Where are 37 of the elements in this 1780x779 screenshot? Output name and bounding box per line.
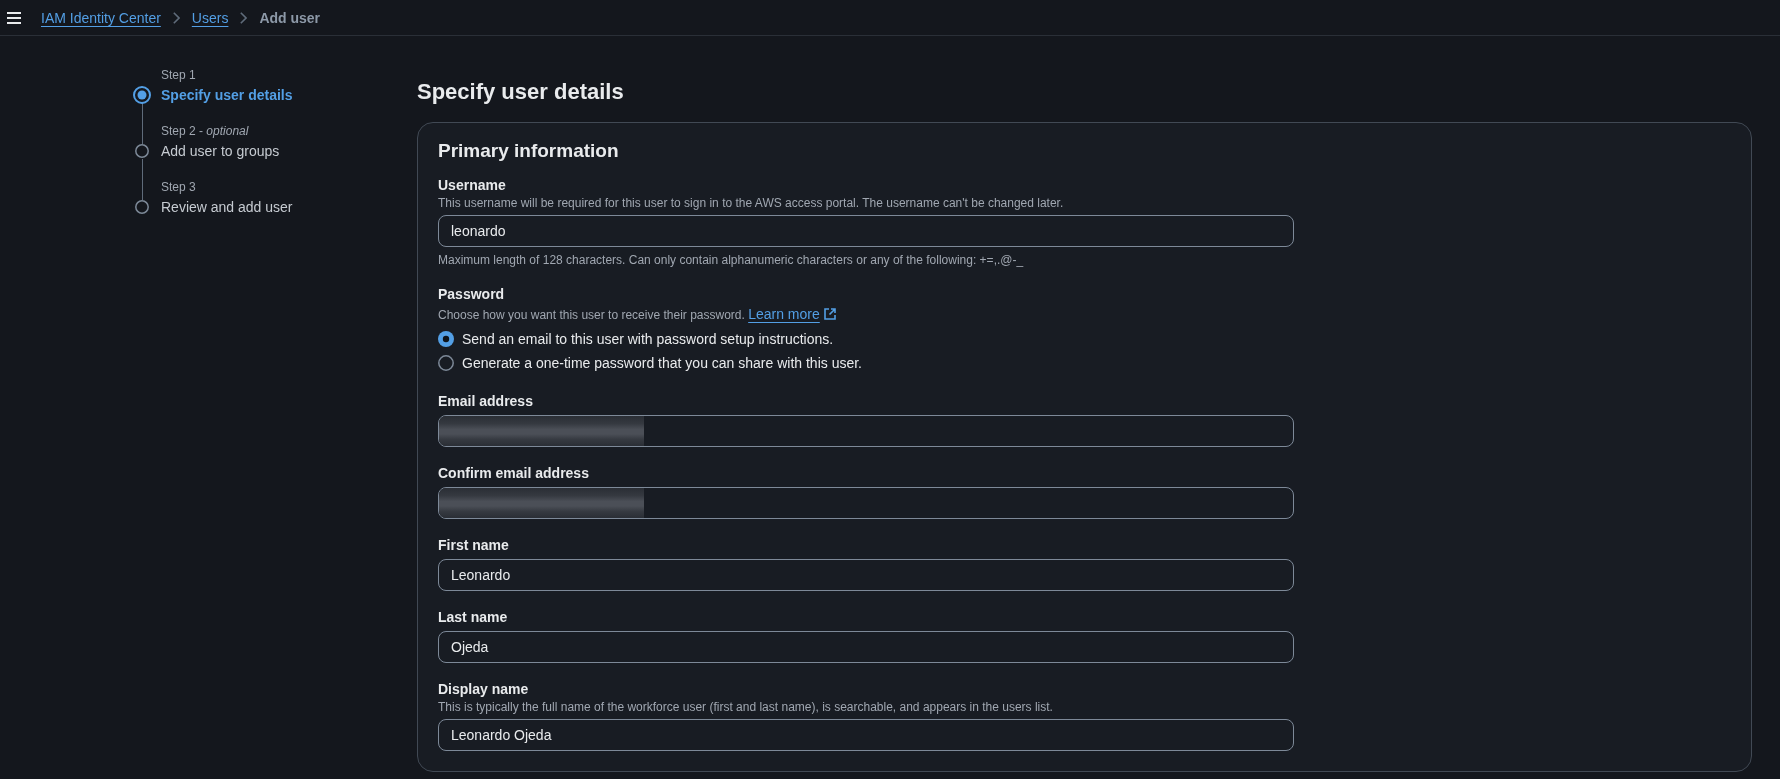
menu-icon[interactable] [7, 11, 21, 24]
learn-more-link[interactable]: Learn more [748, 304, 836, 324]
step-title: Add user to groups [161, 142, 281, 161]
field-label: Username [438, 176, 507, 195]
chevron-right-icon [172, 11, 180, 24]
field-description: This is typically the full name of the workforce user (first and last name), is searchable, and appears in the users list. [438, 699, 1054, 715]
breadcrumb-link[interactable]: Users [191, 7, 229, 28]
step-title: Specify user details [161, 86, 293, 105]
breadcrumb-link[interactable]: IAM Identity Center [41, 7, 161, 28]
field-label: First name [438, 536, 510, 555]
chevron-right-icon [240, 11, 248, 24]
field-label: Last name [438, 608, 509, 627]
external-link-icon [823, 308, 836, 320]
field-label: Password [438, 285, 506, 304]
field-label: Confirm email address [438, 464, 590, 483]
field-description: Choose how you want this user to receive their password. Learn more [438, 304, 1294, 325]
card-heading: Primary information [438, 139, 620, 163]
field-label: Display name [438, 680, 530, 699]
field-constraint: Maximum length of 128 characters. Can only contain alphanumeric characters or any of the following: +=,.@-_ [438, 252, 1025, 268]
field-label: Email address [438, 392, 534, 411]
step-title: Review and add user [161, 198, 293, 217]
breadcrumb-current: Add user [259, 8, 321, 28]
radio-option[interactable]: Send an email to this user with password setup instructions. [438, 327, 834, 351]
input-field[interactable]: Leonardo Ojeda [438, 719, 1294, 751]
input-field[interactable] [438, 487, 1294, 519]
field-description: This username will be required for this user to sign in to the AWS access portal. The username can't be changed later. [438, 195, 1065, 211]
input-field[interactable]: Leonardo [438, 559, 1294, 591]
input-field[interactable] [438, 415, 1294, 447]
radio-option[interactable]: Generate a one-time password that you can share with this user. [438, 351, 862, 375]
step-number: Step 1 [161, 67, 197, 83]
step-connector-line [141, 158, 143, 200]
page-title: Specify user details [417, 78, 625, 106]
input-field[interactable]: Ojeda [438, 631, 1294, 663]
step-connector-line [141, 102, 143, 144]
step-number: Step 3 [161, 179, 197, 195]
input-field[interactable]: leonardo [438, 215, 1294, 247]
step-number: Step 2 - optional [161, 123, 250, 139]
